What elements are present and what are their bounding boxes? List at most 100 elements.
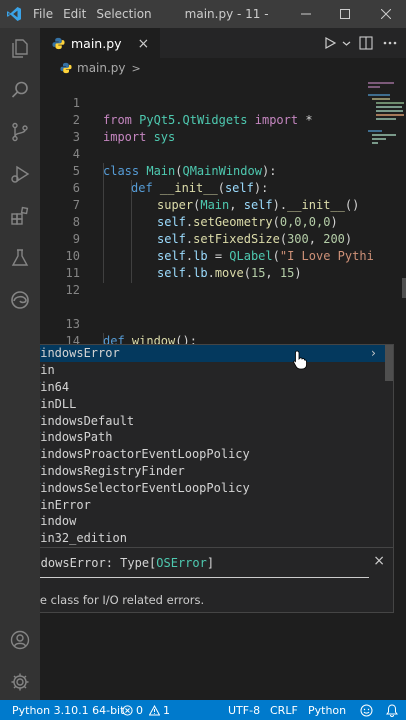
error-icon [122, 704, 133, 716]
code-line: 7 self.setGeometry(0,0,0,0) [40, 180, 366, 229]
extensions-icon[interactable] [0, 196, 40, 236]
vscode-logo-icon [0, 0, 28, 28]
suggest-label: in64 [40, 379, 70, 394]
code-line: 14 app = QApplication(sys.argv) [40, 316, 366, 365]
minimap-line [376, 114, 404, 116]
suggest-label: in [40, 363, 55, 378]
suggest-item[interactable]: WinDLL [40, 395, 385, 412]
warning-count: 1 [163, 703, 170, 717]
suggest-item[interactable]: WindowsProactorEventLoopPolicy [40, 446, 385, 463]
minimap-line [372, 98, 390, 100]
code-line: 11 [40, 248, 366, 280]
close-window-button[interactable] [368, 0, 404, 28]
suggest-label: indowsError [40, 346, 120, 361]
run-python-file-icon[interactable] [322, 35, 338, 51]
suggest-label: inDLL [40, 396, 77, 411]
code-line: 5 def __init__(self): [40, 146, 366, 195]
suggest-label: indowsDefault [40, 413, 135, 428]
breadcrumb-file[interactable]: main.py [77, 61, 126, 75]
minimap-line [372, 138, 386, 140]
testing-flask-icon[interactable] [0, 238, 40, 278]
suggest-label: indowsSelectorEventLoopPolicy [40, 480, 250, 495]
problems-indicator[interactable]: 0 1 [122, 700, 170, 720]
signature-text: : Type[ [105, 556, 157, 570]
language-mode[interactable]: Python [308, 700, 346, 720]
breadcrumb: main.py > [40, 58, 141, 78]
code-line: 2 import sys [40, 95, 366, 144]
explorer-icon[interactable] [0, 28, 40, 68]
window-title: main.py - 11 - [184, 7, 269, 21]
split-editor-icon[interactable] [358, 35, 374, 51]
suggest-label: inError [40, 497, 91, 512]
menu-edit[interactable]: Edit [58, 7, 91, 21]
suggest-item[interactable]: window [40, 513, 385, 530]
suggest-label: in32_edition [40, 531, 127, 546]
suggest-label: indowsRegistryFinder [40, 463, 185, 478]
autocomplete-suggest-widget[interactable]: WindowsError › win Win64 WinDLL WindowsD… [40, 344, 394, 548]
notifications-bell-icon[interactable] [386, 700, 398, 720]
eol-indicator[interactable]: CRLF [270, 700, 298, 720]
suggest-item[interactable]: WindowsError › [40, 345, 385, 362]
read-more-chevron-icon[interactable]: › [370, 346, 377, 360]
menu-selection[interactable]: Selection [91, 7, 156, 21]
maximize-button[interactable] [327, 0, 363, 28]
mouse-pointer-icon [293, 350, 307, 374]
minimap-line [372, 134, 396, 136]
code-line: 6 super(Main, self).__init__() [40, 163, 366, 212]
minimize-button[interactable] [288, 0, 324, 28]
close-details-icon[interactable]: × [373, 553, 385, 569]
documentation-text: Base class for I/O related errors. [40, 593, 205, 607]
source-control-icon[interactable] [0, 112, 40, 152]
suggest-scrollbar[interactable] [385, 345, 393, 381]
activity-bar [0, 28, 40, 700]
minimap-line [368, 94, 390, 96]
suggest-label: indowsProactorEventLoopPolicy [40, 447, 250, 462]
warning-icon [149, 704, 160, 716]
suggest-item[interactable]: WindowsPath [40, 429, 385, 446]
tab-label: main.py [71, 36, 122, 51]
settings-gear-icon[interactable] [0, 662, 40, 702]
suggest-item[interactable]: win [40, 362, 385, 379]
minimap-line [368, 130, 382, 132]
suggest-item[interactable]: Win64 [40, 379, 385, 396]
account-icon[interactable] [0, 620, 40, 660]
code-line: 1 from PyQt5.QtWidgets import * [40, 78, 366, 127]
search-icon[interactable] [0, 70, 40, 110]
language-label: Python [308, 703, 347, 717]
signature-text: ] [206, 556, 215, 570]
signature-type: OSError [156, 556, 207, 570]
error-count: 0 [136, 703, 143, 717]
suggest-label: indowsPath [40, 430, 113, 445]
feedback-icon[interactable] [360, 700, 373, 720]
run-dropdown-chevron-icon[interactable] [338, 35, 354, 51]
eol-label: CRLF [270, 703, 298, 717]
suggest-item[interactable]: WindowsSelectorEventLoopPolicy [40, 479, 385, 496]
tab-close-icon[interactable]: × [138, 36, 150, 52]
suggest-item[interactable]: win32_edition [40, 530, 385, 547]
suggest-item[interactable]: WindowsDefault [40, 412, 385, 429]
more-actions-icon[interactable] [382, 35, 398, 51]
edge-browser-icon[interactable] [0, 280, 40, 320]
menu-file[interactable]: File [28, 7, 58, 21]
code-line: 9 self.lb = QLabel("I Love Pythi [40, 214, 374, 263]
signature: WindowsError: Type[OSError] [40, 556, 214, 570]
suggest-item[interactable]: WindowsRegistryFinder [40, 463, 385, 480]
suggest-item[interactable]: WinError [40, 496, 385, 513]
python-file-icon [60, 62, 72, 74]
python-interpreter[interactable]: Python 3.10.1 64-bit [12, 700, 124, 720]
python-interpreter-label: Python 3.10.1 64-bit [12, 703, 125, 717]
title-bar: File Edit Selection main.py - 11 - [0, 0, 406, 28]
breadcrumb-chevron-icon: > [131, 61, 141, 75]
run-debug-icon[interactable] [0, 154, 40, 194]
editor-area: main.py × main.py > 1 from PyQt5.QtWidge… [40, 28, 406, 700]
code-line: 3 [40, 112, 366, 144]
minimap-line [368, 86, 380, 88]
status-bar: Python 3.10.1 64-bit 0 1 UTF-8 CRLF Pyth… [0, 700, 406, 720]
suggest-label: indow [40, 514, 77, 529]
minimap-line [372, 142, 378, 144]
tab-bar: main.py × [40, 28, 406, 58]
tab-main-py[interactable]: main.py × [40, 28, 160, 58]
minimap-scroll-indicator [402, 278, 406, 298]
encoding-indicator[interactable]: UTF-8 [228, 700, 260, 720]
line-number: 12 [65, 283, 80, 297]
